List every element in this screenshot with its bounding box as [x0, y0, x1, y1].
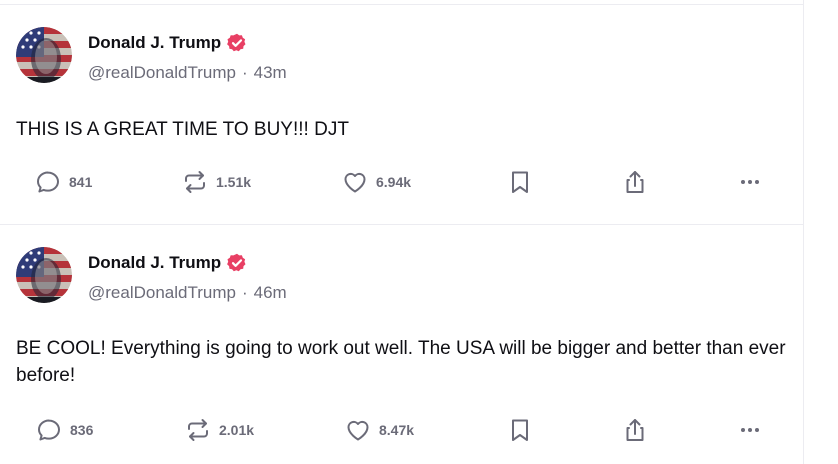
share-icon [621, 416, 649, 444]
post-timestamp[interactable]: 46m [254, 283, 287, 302]
handle-row: @realDonaldTrump · 43m [88, 63, 287, 83]
post-card[interactable]: Donald J. Trump @realDonaldTrump · 46m BE … [0, 225, 803, 464]
separator: · [241, 283, 248, 302]
author-row: Donald J. Trump [88, 253, 247, 273]
bookmark-icon [508, 416, 532, 444]
like-button[interactable]: 8.47k [344, 415, 414, 445]
reply-icon [34, 168, 62, 196]
more-options-button[interactable] [736, 167, 764, 197]
retruth-count: 1.51k [216, 174, 252, 190]
post-actions: 836 2.01k 8.47k [0, 415, 803, 445]
post-actions: 841 1.51k 6.94k [0, 167, 803, 197]
reply-count: 841 [69, 174, 93, 190]
reply-button[interactable]: 836 [35, 415, 93, 445]
reply-icon [35, 416, 63, 444]
retruth-icon [184, 416, 212, 444]
bookmark-button[interactable] [508, 167, 532, 197]
avatar[interactable] [16, 27, 72, 83]
post-text: THIS IS A GREAT TIME TO BUY!!! DJT [16, 119, 349, 140]
author-row: Donald J. Trump [88, 33, 247, 53]
retruth-icon [181, 168, 209, 196]
post-feed: Donald J. Trump @realDonaldTrump · 43m THI… [0, 0, 804, 464]
avatar[interactable] [16, 247, 72, 303]
reply-count: 836 [70, 422, 94, 438]
like-count: 6.94k [376, 174, 412, 190]
post-card[interactable]: Donald J. Trump @realDonaldTrump · 43m THI… [0, 5, 803, 225]
bookmark-button[interactable] [508, 415, 532, 445]
author-handle[interactable]: @realDonaldTrump [88, 283, 236, 302]
heart-icon [344, 416, 372, 444]
verified-badge-icon [227, 33, 247, 53]
reply-button[interactable]: 841 [34, 167, 92, 197]
like-button[interactable]: 6.94k [341, 167, 411, 197]
retruth-count: 2.01k [219, 422, 255, 438]
more-icon [736, 416, 764, 444]
post-text: BE COOL! Everything is going to work out… [16, 338, 786, 386]
author-name[interactable]: Donald J. Trump [88, 253, 221, 273]
more-options-button[interactable] [736, 415, 764, 445]
verified-badge-icon [227, 253, 247, 273]
retruth-button[interactable]: 2.01k [184, 415, 254, 445]
bookmark-icon [508, 168, 532, 196]
post-timestamp[interactable]: 43m [254, 63, 287, 82]
retruth-button[interactable]: 1.51k [181, 167, 251, 197]
share-icon [621, 168, 649, 196]
share-button[interactable] [621, 415, 649, 445]
more-icon [736, 168, 764, 196]
like-count: 8.47k [379, 422, 415, 438]
handle-row: @realDonaldTrump · 46m [88, 283, 287, 303]
share-button[interactable] [621, 167, 649, 197]
heart-icon [341, 168, 369, 196]
author-handle[interactable]: @realDonaldTrump [88, 63, 236, 82]
author-name[interactable]: Donald J. Trump [88, 33, 221, 53]
separator: · [241, 63, 248, 82]
